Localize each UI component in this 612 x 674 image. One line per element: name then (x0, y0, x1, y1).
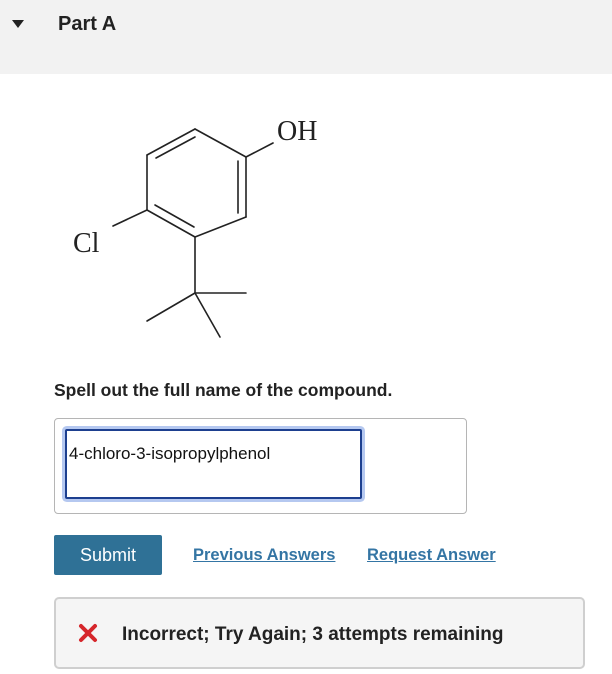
answer-input[interactable]: 4-chloro-3-isopropylphenol (65, 429, 362, 499)
part-title: Part A (58, 13, 117, 35)
previous-answers-link[interactable]: Previous Answers (193, 546, 335, 565)
chemical-structure: OH Cl (73, 116, 317, 338)
answer-container: 4-chloro-3-isopropylphenol (54, 418, 467, 514)
question-prompt: Spell out the full name of the compound. (54, 380, 393, 400)
feedback-message: Incorrect; Try Again; 3 attempts remaini… (122, 624, 504, 645)
request-answer-link[interactable]: Request Answer (367, 546, 496, 565)
incorrect-x-icon (79, 624, 97, 642)
ring-double-bond (154, 204, 195, 228)
oh-bond (245, 142, 274, 158)
cl-label: Cl (73, 228, 100, 259)
alkyl-bond (194, 292, 221, 338)
submit-button[interactable]: Submit (54, 535, 162, 575)
cl-bond (112, 209, 148, 227)
ring-bond (194, 128, 247, 158)
ring-bond (146, 128, 196, 156)
oh-label: OH (277, 116, 317, 147)
ring-bond (194, 216, 247, 238)
alkyl-bond (146, 292, 196, 322)
feedback-panel: Incorrect; Try Again; 3 attempts remaini… (54, 597, 585, 669)
part-header: Part A (0, 0, 612, 74)
caret-down-icon[interactable] (12, 20, 24, 28)
